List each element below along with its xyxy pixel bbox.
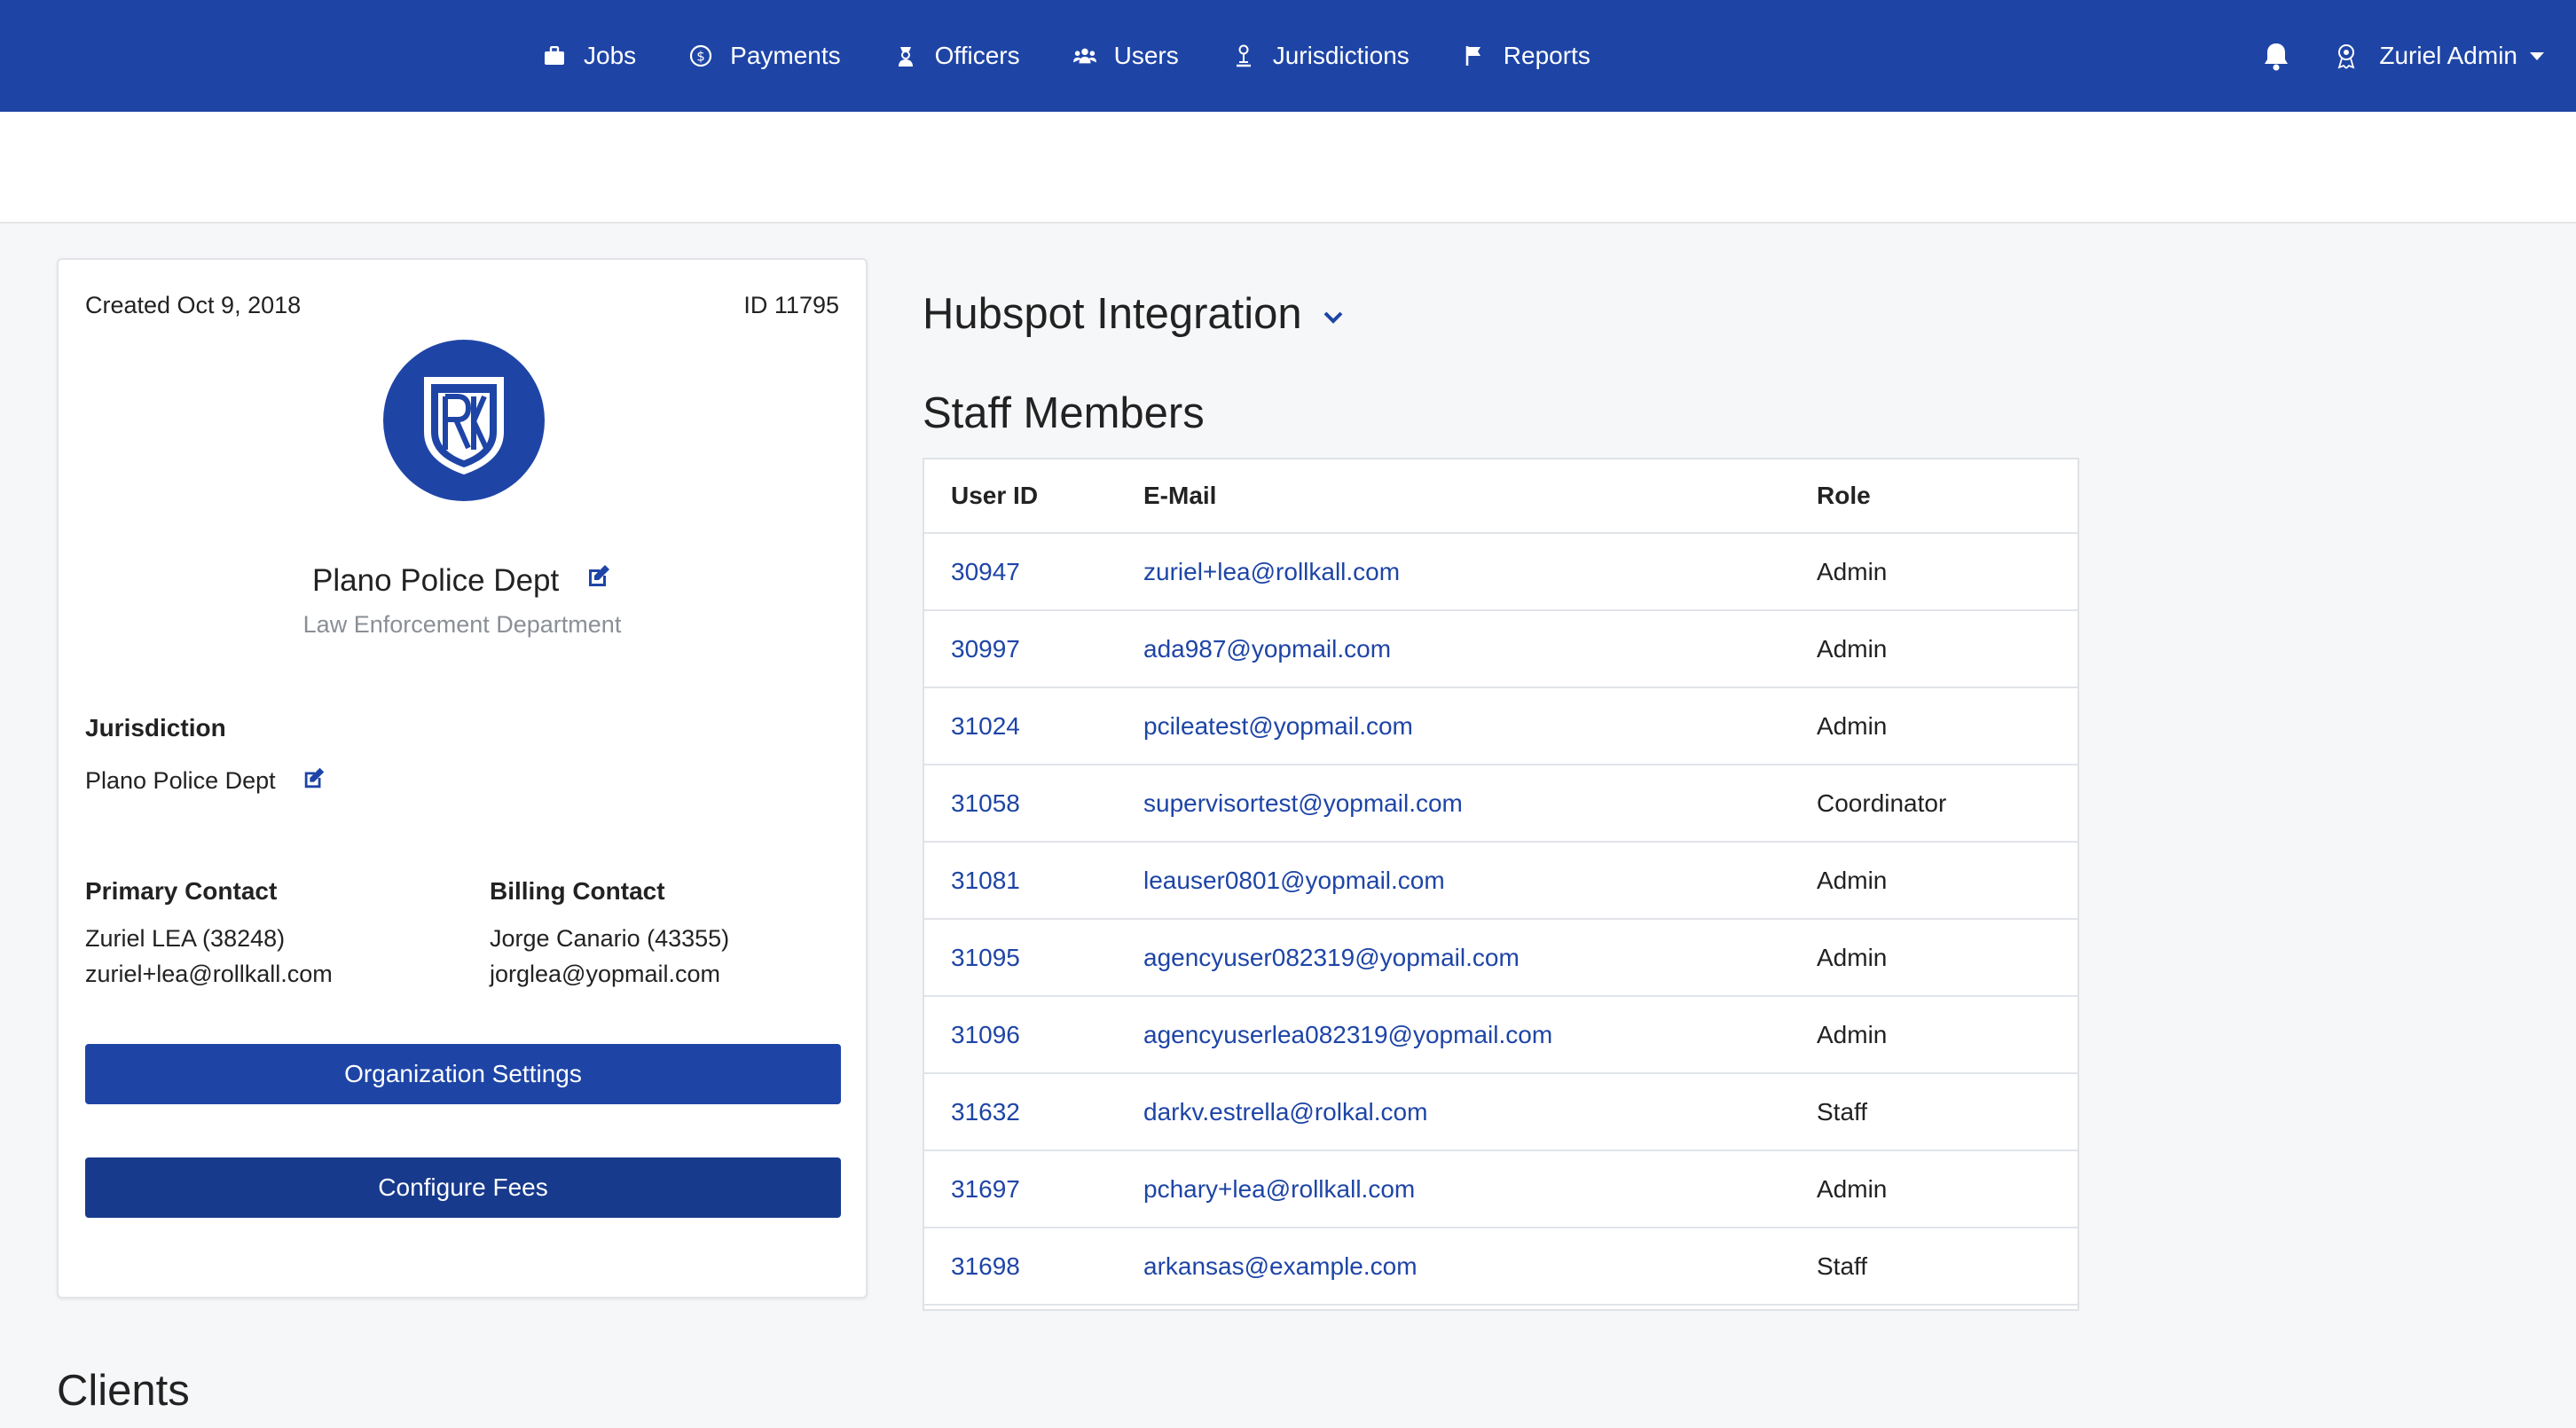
email-link[interactable]: leauser0801@yopmail.com: [1117, 842, 1790, 920]
table-row: 31697 pchary+lea@rollkall.com Admin: [924, 1150, 2077, 1228]
billing-contact-email[interactable]: jorglea@yopmail.com: [490, 961, 720, 988]
role-cell: Admin: [1790, 996, 2077, 1074]
table-row: 31095 agencyuser082319@yopmail.com Admin: [924, 919, 2077, 997]
email-link[interactable]: zuriel+lea@rollkall.com: [1117, 533, 1790, 611]
flag-icon: [1463, 44, 1486, 67]
nav-item-label: Payments: [730, 42, 841, 69]
role-cell: Coordinator: [1790, 765, 2077, 843]
edit-icon[interactable]: [302, 765, 326, 790]
organization-name: Plano Police Dept: [312, 563, 560, 598]
nav-item-payments[interactable]: $ Payments: [689, 42, 841, 70]
user-id-link[interactable]: 31697: [924, 1150, 1117, 1228]
sub-header: [0, 112, 2576, 224]
email-link[interactable]: agencyuserlea082319@yopmail.com: [1117, 996, 1790, 1074]
svg-text:$: $: [696, 49, 705, 65]
created-date: Created Oct 9, 2018: [85, 292, 302, 318]
table-row: 30997 ada987@yopmail.com Admin: [924, 610, 2077, 688]
officer-icon: [894, 44, 917, 67]
clients-title: Clients: [57, 1367, 190, 1415]
table-row: 31081 leauser0801@yopmail.com Admin: [924, 842, 2077, 920]
nav-item-jurisdictions[interactable]: Jurisdictions: [1232, 42, 1410, 70]
user-id-link[interactable]: 31095: [924, 919, 1117, 997]
organization-settings-button[interactable]: Organization Settings: [85, 1044, 841, 1104]
role-cell: Staff: [1790, 1228, 2077, 1306]
role-cell: Admin: [1790, 1150, 2077, 1228]
role-cell: Admin: [1790, 842, 2077, 920]
organization-card: Created Oct 9, 2018 ID 11795 Plano Polic…: [57, 258, 868, 1299]
hubspot-title: Hubspot Integration: [923, 290, 1302, 338]
chevron-down-icon: [2530, 51, 2544, 60]
organization-id: ID 11795: [743, 292, 839, 318]
dollar-circle-icon: $: [689, 44, 712, 67]
column-header-role[interactable]: Role: [1790, 459, 2077, 534]
chevron-down-icon: [1323, 311, 1343, 324]
nav-item-label: Users: [1113, 42, 1179, 69]
table-row: 31096 agencyuserlea082319@yopmail.com Admi…: [924, 996, 2077, 1074]
table-header-row: User ID E-Mail Role: [924, 459, 2077, 534]
hubspot-integration-toggle[interactable]: Hubspot Integration: [923, 289, 1345, 339]
nav-item-label: Reports: [1503, 42, 1590, 69]
staff-members-table: User ID E-Mail Role 30947 zuriel+lea@roll…: [923, 458, 2079, 1311]
nav-right: Zuriel Admin: [2260, 0, 2544, 112]
primary-contact-email[interactable]: zuriel+lea@rollkall.com: [85, 961, 333, 988]
user-id-link[interactable]: 30997: [924, 610, 1117, 688]
email-link[interactable]: supervisortest@yopmail.com: [1117, 765, 1790, 843]
organization-type: Law Enforcement Department: [302, 611, 622, 638]
top-nav: Jobs $ Payments Officers Users Jurisdict…: [0, 0, 2576, 112]
email-link[interactable]: ada987@yopmail.com: [1117, 610, 1790, 688]
nav-item-reports[interactable]: Reports: [1463, 42, 1590, 70]
primary-contact-heading: Primary Contact: [85, 877, 278, 905]
table-row: 31632 darkv.estrella@rolkal.com Staff: [924, 1073, 2077, 1151]
role-cell: Admin: [1790, 533, 2077, 611]
configure-fees-button[interactable]: Configure Fees: [85, 1157, 841, 1218]
users-icon: [1072, 44, 1096, 67]
user-id-link[interactable]: 31698: [924, 1228, 1117, 1306]
role-cell: Admin: [1790, 687, 2077, 765]
user-menu[interactable]: Zuriel Admin: [2333, 42, 2544, 70]
organization-logo: [383, 340, 545, 501]
nav-item-label: Jobs: [584, 42, 637, 69]
edit-icon[interactable]: [585, 561, 612, 588]
email-link[interactable]: pcileatest@yopmail.com: [1117, 687, 1790, 765]
column-header-email[interactable]: E-Mail: [1117, 459, 1790, 534]
nav-item-users[interactable]: Users: [1072, 42, 1179, 70]
email-link[interactable]: darkv.estrella@rolkal.com: [1117, 1073, 1790, 1151]
bell-icon[interactable]: [2260, 40, 2292, 72]
user-id-link[interactable]: 31632: [924, 1073, 1117, 1151]
primary-contact-name: Zuriel LEA (38248): [85, 925, 286, 952]
table-row: 31698 arkansas@example.com Staff: [924, 1228, 2077, 1306]
table-row: 31024 pcileatest@yopmail.com Admin: [924, 687, 2077, 765]
billing-contact-name: Jorge Canario (43355): [490, 925, 730, 952]
user-name: Zuriel Admin: [2379, 42, 2517, 69]
user-id-link[interactable]: 31096: [924, 996, 1117, 1074]
jurisdiction-icon: [1232, 44, 1255, 67]
role-cell: Admin: [1790, 610, 2077, 688]
nav-item-officers[interactable]: Officers: [894, 42, 1020, 70]
email-link[interactable]: agencyuser082319@yopmail.com: [1117, 919, 1790, 997]
user-id-link[interactable]: 30947: [924, 533, 1117, 611]
nav-item-label: Officers: [934, 42, 1020, 69]
user-id-link[interactable]: 31081: [924, 842, 1117, 920]
role-cell: Staff: [1790, 1073, 2077, 1151]
jurisdiction-heading: Jurisdiction: [85, 714, 226, 741]
jurisdiction-value: Plano Police Dept: [85, 767, 276, 794]
user-id-link[interactable]: 31058: [924, 765, 1117, 843]
billing-contact-heading: Billing Contact: [490, 877, 665, 905]
staff-members-title: Staff Members: [923, 389, 1205, 437]
briefcase-icon: [543, 44, 566, 67]
role-cell: Admin: [1790, 919, 2077, 997]
nav-item-jobs[interactable]: Jobs: [543, 42, 636, 70]
organization-name-row: Plano Police Dept: [59, 561, 866, 599]
jurisdiction-row: Plano Police Dept: [85, 765, 326, 795]
nav-menu: Jobs $ Payments Officers Users Jurisdict…: [543, 0, 1644, 112]
table-row: 31058 supervisortest@yopmail.com Coordinat…: [924, 765, 2077, 843]
user-id-link[interactable]: 31024: [924, 687, 1117, 765]
admin-badge-icon: [2333, 43, 2360, 69]
table-row: 30947 zuriel+lea@rollkall.com Admin: [924, 533, 2077, 611]
email-link[interactable]: pchary+lea@rollkall.com: [1117, 1150, 1790, 1228]
nav-item-label: Jurisdictions: [1272, 42, 1410, 69]
email-link[interactable]: arkansas@example.com: [1117, 1228, 1790, 1306]
column-header-user-id[interactable]: User ID: [924, 459, 1117, 534]
